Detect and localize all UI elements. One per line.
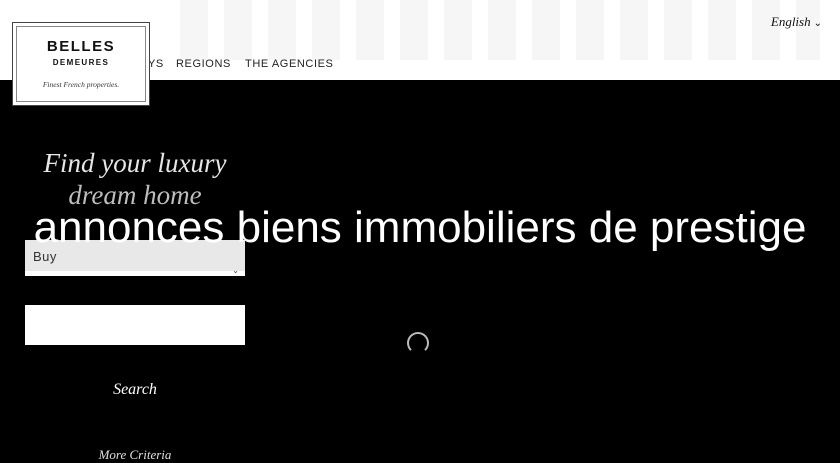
hero-title-line1: Find your luxury <box>43 148 227 178</box>
loading-spinner-icon <box>407 332 429 354</box>
language-label: English <box>770 14 811 29</box>
logo-line-belles: BELLES <box>46 38 116 55</box>
header-background-pattern <box>180 0 820 60</box>
nav-item-regions[interactable]: REGIONS <box>176 58 231 70</box>
dropdown-arrow-icon: ⌄ <box>232 266 239 275</box>
logo-tagline: Finest French properties. <box>42 80 120 89</box>
location-input[interactable] <box>25 305 245 345</box>
search-button[interactable]: Search <box>25 381 245 399</box>
brand-logo[interactable]: BELLES DEMEURES Finest French properties… <box>12 22 150 106</box>
language-selector[interactable]: English ⌄ <box>771 14 822 30</box>
nav-item-agencies[interactable]: THE AGENCIES <box>245 58 334 70</box>
overlay-caption: annonces biens immobiliers de prestige <box>33 203 807 252</box>
more-criteria-link[interactable]: More Criteria <box>25 447 245 463</box>
nav-item-partial[interactable]: YS <box>148 58 164 70</box>
logo-line-demeures: DEMEURES <box>52 58 110 67</box>
chevron-down-icon: ⌄ <box>813 18 822 29</box>
